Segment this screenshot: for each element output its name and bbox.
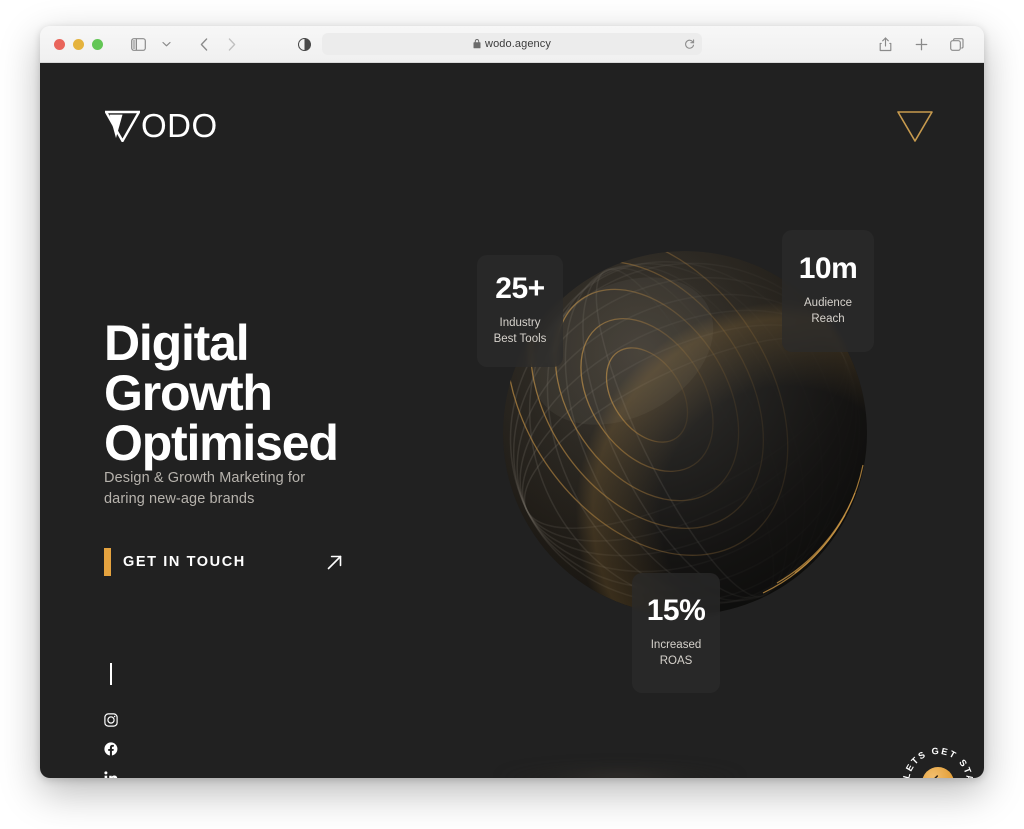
url-text: wodo.agency bbox=[485, 38, 551, 50]
stat-value: 15% bbox=[646, 594, 706, 628]
close-window-button[interactable] bbox=[54, 38, 65, 50]
cta-label: GET IN TOUCH bbox=[123, 554, 246, 570]
subtitle-line-1: Design & Growth Marketing for bbox=[104, 470, 306, 486]
stat-label-line-2: Reach bbox=[811, 313, 845, 325]
minimize-window-button[interactable] bbox=[73, 38, 84, 50]
sidebar-toggle-button[interactable] bbox=[125, 32, 151, 56]
social-link-linkedin[interactable] bbox=[104, 763, 128, 778]
linkedin-icon bbox=[104, 770, 118, 778]
arrow-left-icon bbox=[931, 774, 946, 778]
cta-accent-bar bbox=[104, 548, 111, 576]
subtitle-line-2: daring new-age brands bbox=[104, 491, 255, 508]
instagram-icon bbox=[104, 712, 118, 727]
logo-w-triangle-icon bbox=[105, 110, 140, 142]
stat-label-line-1: Industry bbox=[499, 317, 541, 330]
webpage-viewport: ODO Digital Growth Optimised Design & Gr… bbox=[40, 63, 984, 778]
reload-button[interactable] bbox=[684, 39, 695, 50]
reader-mode-button[interactable] bbox=[298, 26, 311, 62]
browser-toolbar: wodo.agency bbox=[40, 26, 984, 63]
logo-text: ODO bbox=[141, 107, 218, 144]
social-divider bbox=[110, 663, 112, 685]
tabs-overview-button[interactable] bbox=[944, 32, 970, 56]
site-header: ODO bbox=[40, 63, 984, 142]
wodo-logo[interactable]: ODO bbox=[105, 109, 218, 142]
toolbar-nav-group bbox=[125, 32, 245, 56]
stat-label-line-2: Best Tools bbox=[493, 333, 547, 345]
stat-label-line-2: ROAS bbox=[659, 655, 693, 667]
stat-card-reach: 10m Audience Reach bbox=[782, 230, 874, 352]
forward-button[interactable] bbox=[219, 32, 245, 56]
stat-label: Audience Reach bbox=[804, 296, 852, 327]
browser-window: wodo.agency ODO Digital Growth Optimised… bbox=[40, 26, 984, 778]
stat-card-tools: 25+ Industry Best Tools bbox=[477, 255, 563, 367]
address-bar[interactable]: wodo.agency bbox=[322, 33, 702, 55]
stat-value: 25+ bbox=[495, 272, 545, 306]
heading-line-1: Digital bbox=[104, 315, 250, 371]
social-links bbox=[104, 663, 128, 778]
toolbar-right-group bbox=[872, 26, 970, 62]
stat-label-line-1: Increased bbox=[650, 639, 702, 652]
social-link-facebook[interactable] bbox=[104, 734, 128, 763]
triangle-menu-icon[interactable] bbox=[894, 107, 936, 145]
social-link-instagram[interactable] bbox=[104, 705, 128, 734]
stat-value: 10m bbox=[798, 252, 858, 286]
sphere-shadow bbox=[500, 765, 740, 778]
stat-label: Increased ROAS bbox=[651, 638, 702, 669]
lets-get-started-badge[interactable]: LETS GET STARTED. bbox=[898, 743, 978, 778]
stat-label: Industry Best Tools bbox=[494, 316, 547, 347]
arrow-up-right-icon bbox=[325, 553, 344, 572]
lock-icon bbox=[473, 39, 481, 49]
facebook-icon bbox=[104, 741, 118, 755]
heading-line-3: Optimised bbox=[104, 415, 339, 471]
back-button[interactable] bbox=[191, 32, 217, 56]
get-in-touch-button[interactable]: GET IN TOUCH bbox=[104, 548, 344, 576]
heading-line-2: Growth bbox=[104, 365, 273, 421]
page-title: Digital Growth Optimised bbox=[104, 315, 339, 471]
share-button[interactable] bbox=[872, 32, 898, 56]
page-subtitle: Design & Growth Marketing for daring new… bbox=[104, 468, 305, 510]
window-controls bbox=[54, 38, 103, 50]
new-tab-button[interactable] bbox=[908, 32, 934, 56]
maximize-window-button[interactable] bbox=[92, 38, 103, 50]
stat-card-roas: 15% Increased ROAS bbox=[632, 573, 720, 693]
chevron-down-icon[interactable] bbox=[153, 32, 179, 56]
stat-label-line-1: Audience bbox=[804, 297, 852, 310]
